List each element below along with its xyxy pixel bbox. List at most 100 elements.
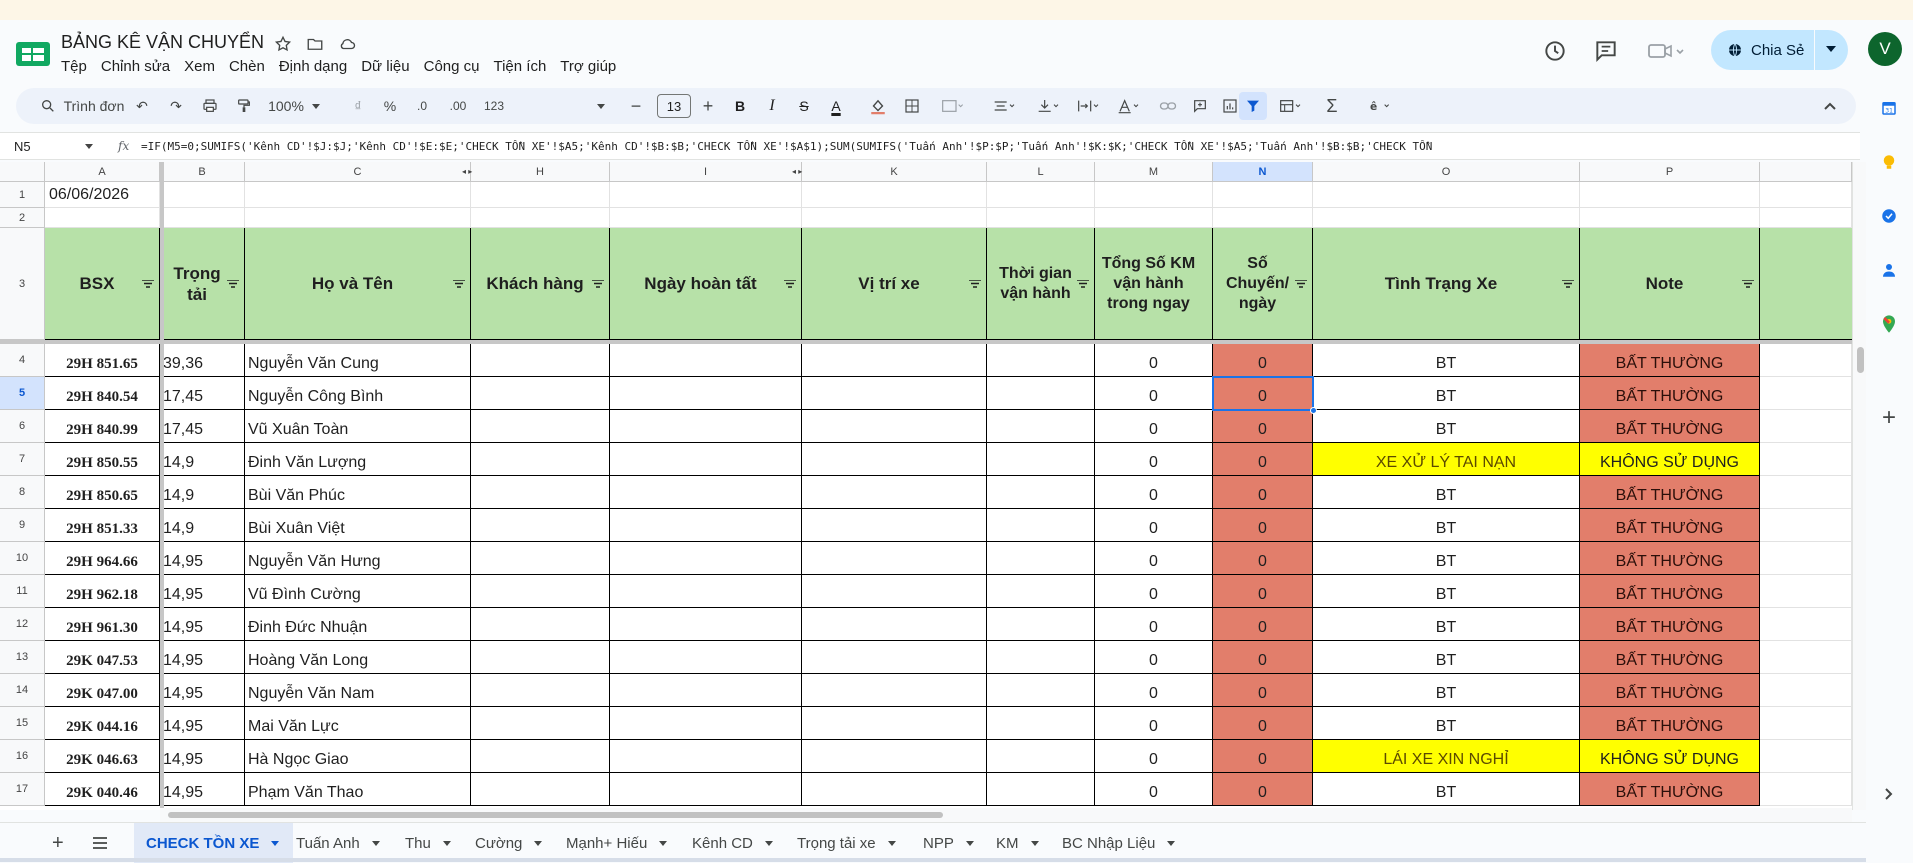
menu-insert[interactable]: Chèn	[229, 58, 275, 75]
horizontal-scrollbar[interactable]	[160, 808, 1852, 822]
move-folder-icon[interactable]	[304, 33, 326, 55]
fill-handle[interactable]	[1310, 407, 1317, 414]
menu-search[interactable]: Trình đơn	[28, 88, 136, 124]
italic-button[interactable]: I	[758, 88, 786, 124]
cell-chuyen[interactable]: 0	[1213, 443, 1313, 476]
cell-ten[interactable]: Nguyễn Văn Hưng	[245, 542, 471, 575]
row-header-14[interactable]: 14	[0, 674, 45, 707]
empty-cell[interactable]	[1760, 542, 1852, 575]
row-header-9[interactable]: 9	[0, 509, 45, 542]
cell-note[interactable]: KHÔNG SỬ DỤNG	[1580, 740, 1760, 773]
empty-cell[interactable]	[987, 740, 1095, 773]
frozen-column-divider[interactable]	[160, 162, 164, 810]
cell-trong-tai[interactable]: 14,95	[160, 674, 245, 707]
empty-cell[interactable]	[987, 476, 1095, 509]
empty-cell[interactable]	[802, 773, 987, 806]
empty-cell[interactable]	[1760, 740, 1852, 773]
sheet-tab-7[interactable]: Trọng tải xe	[797, 823, 896, 863]
percent-format-button[interactable]: %	[378, 88, 402, 124]
cell-tinh-trang[interactable]: BT	[1313, 641, 1580, 674]
cell-ten[interactable]: Hà Ngọc Giao	[245, 740, 471, 773]
cell-trong-tai[interactable]: 39,36	[160, 344, 245, 377]
meet-icon[interactable]	[1647, 38, 1687, 64]
empty-cell[interactable]	[610, 410, 802, 443]
cell-chuyen[interactable]: 0	[1213, 542, 1313, 575]
cell-trong-tai[interactable]: 14,95	[160, 542, 245, 575]
empty-cell[interactable]	[1760, 208, 1852, 228]
empty-cell[interactable]	[987, 377, 1095, 410]
cell-km[interactable]: 0	[1095, 608, 1213, 641]
sheet-tab-menu-icon[interactable]	[965, 840, 974, 846]
empty-cell[interactable]	[610, 509, 802, 542]
cell-tinh-trang[interactable]: BT	[1313, 608, 1580, 641]
cell-tinh-trang[interactable]: BT	[1313, 509, 1580, 542]
text-wrap-icon[interactable]	[1068, 88, 1108, 124]
cell-ten[interactable]: Nguyễn Văn Cung	[245, 344, 471, 377]
cell-bsx[interactable]: 29H 840.54	[45, 377, 160, 410]
cell-km[interactable]: 0	[1095, 641, 1213, 674]
empty-cell[interactable]	[802, 707, 987, 740]
cell-tinh-trang[interactable]: BT	[1313, 410, 1580, 443]
sheet-tab-menu-icon[interactable]	[371, 840, 380, 846]
empty-cell[interactable]	[471, 773, 610, 806]
column-header-c[interactable]: C	[245, 162, 471, 182]
empty-cell[interactable]	[160, 182, 245, 208]
cell-chuyen[interactable]: 0	[1213, 641, 1313, 674]
empty-cell[interactable]	[802, 410, 987, 443]
sheet-tab-3[interactable]: Thu	[405, 823, 451, 863]
cell-note[interactable]: BẤT THƯỜNG	[1580, 410, 1760, 443]
cell-note[interactable]: BẤT THƯỜNG	[1580, 542, 1760, 575]
sheet-tab-menu-icon[interactable]	[534, 840, 543, 846]
version-history-icon[interactable]	[1542, 38, 1568, 64]
empty-cell[interactable]	[610, 208, 802, 228]
cell-km[interactable]: 0	[1095, 509, 1213, 542]
cell-ten[interactable]: Bùi Xuân Việt	[245, 509, 471, 542]
menu-edit[interactable]: Chỉnh sửa	[101, 58, 180, 75]
empty-cell[interactable]	[1313, 182, 1580, 208]
cell-chuyen[interactable]: 0	[1213, 773, 1313, 806]
strikethrough-button[interactable]: S	[790, 88, 818, 124]
menu-extensions[interactable]: Tiện ích	[493, 58, 556, 75]
cell-tinh-trang[interactable]: BT	[1313, 542, 1580, 575]
empty-cell[interactable]	[802, 182, 987, 208]
cell-chuyen[interactable]: 0	[1213, 410, 1313, 443]
sheet-tab-menu-icon[interactable]	[442, 840, 451, 846]
column-header-i[interactable]: I	[610, 162, 802, 182]
cell-note[interactable]: BẤT THƯỜNG	[1580, 707, 1760, 740]
empty-cell[interactable]	[471, 476, 610, 509]
row-header-17[interactable]: 17	[0, 773, 45, 806]
cell-chuyen[interactable]: 0	[1213, 608, 1313, 641]
name-box[interactable]: N5	[14, 139, 31, 154]
empty-cell[interactable]	[987, 344, 1095, 377]
row-header-15[interactable]: 15	[0, 707, 45, 740]
row-header-16[interactable]: 16	[0, 740, 45, 773]
hidden-columns-marker[interactable]: ◂ ▸	[792, 167, 802, 176]
menu-format[interactable]: Định dạng	[279, 58, 357, 75]
empty-cell[interactable]	[1213, 182, 1313, 208]
cell-trong-tai[interactable]: 14,95	[160, 773, 245, 806]
collapse-toolbar-icon[interactable]	[1816, 88, 1844, 124]
column-header-k[interactable]: K	[802, 162, 987, 182]
sheet-tab-menu-icon[interactable]	[1030, 840, 1039, 846]
bold-button[interactable]: B	[726, 88, 754, 124]
empty-cell[interactable]	[987, 443, 1095, 476]
cell-chuyen[interactable]: 0	[1213, 476, 1313, 509]
cell-tinh-trang[interactable]: BT	[1313, 575, 1580, 608]
cell-ten[interactable]: Phạm Văn Thao	[245, 773, 471, 806]
empty-cell[interactable]	[1313, 208, 1580, 228]
empty-cell[interactable]	[1760, 641, 1852, 674]
empty-cell[interactable]	[471, 208, 610, 228]
column-header-n[interactable]: N	[1213, 162, 1313, 182]
font-size-decrease-button[interactable]: −	[624, 88, 648, 124]
empty-cell[interactable]	[471, 707, 610, 740]
sheet-tab-menu-icon[interactable]	[271, 840, 280, 846]
empty-cell[interactable]	[1760, 674, 1852, 707]
cell-ten[interactable]: Vũ Đình Cường	[245, 575, 471, 608]
align-vertical-icon[interactable]	[1028, 88, 1068, 124]
cell-km[interactable]: 0	[1095, 542, 1213, 575]
empty-cell[interactable]	[1760, 608, 1852, 641]
empty-cell[interactable]	[1095, 208, 1213, 228]
cell-bsx[interactable]: 29K 044.16	[45, 707, 160, 740]
select-all-corner[interactable]	[0, 162, 45, 182]
currency-format-button[interactable]: ₫	[346, 88, 370, 124]
